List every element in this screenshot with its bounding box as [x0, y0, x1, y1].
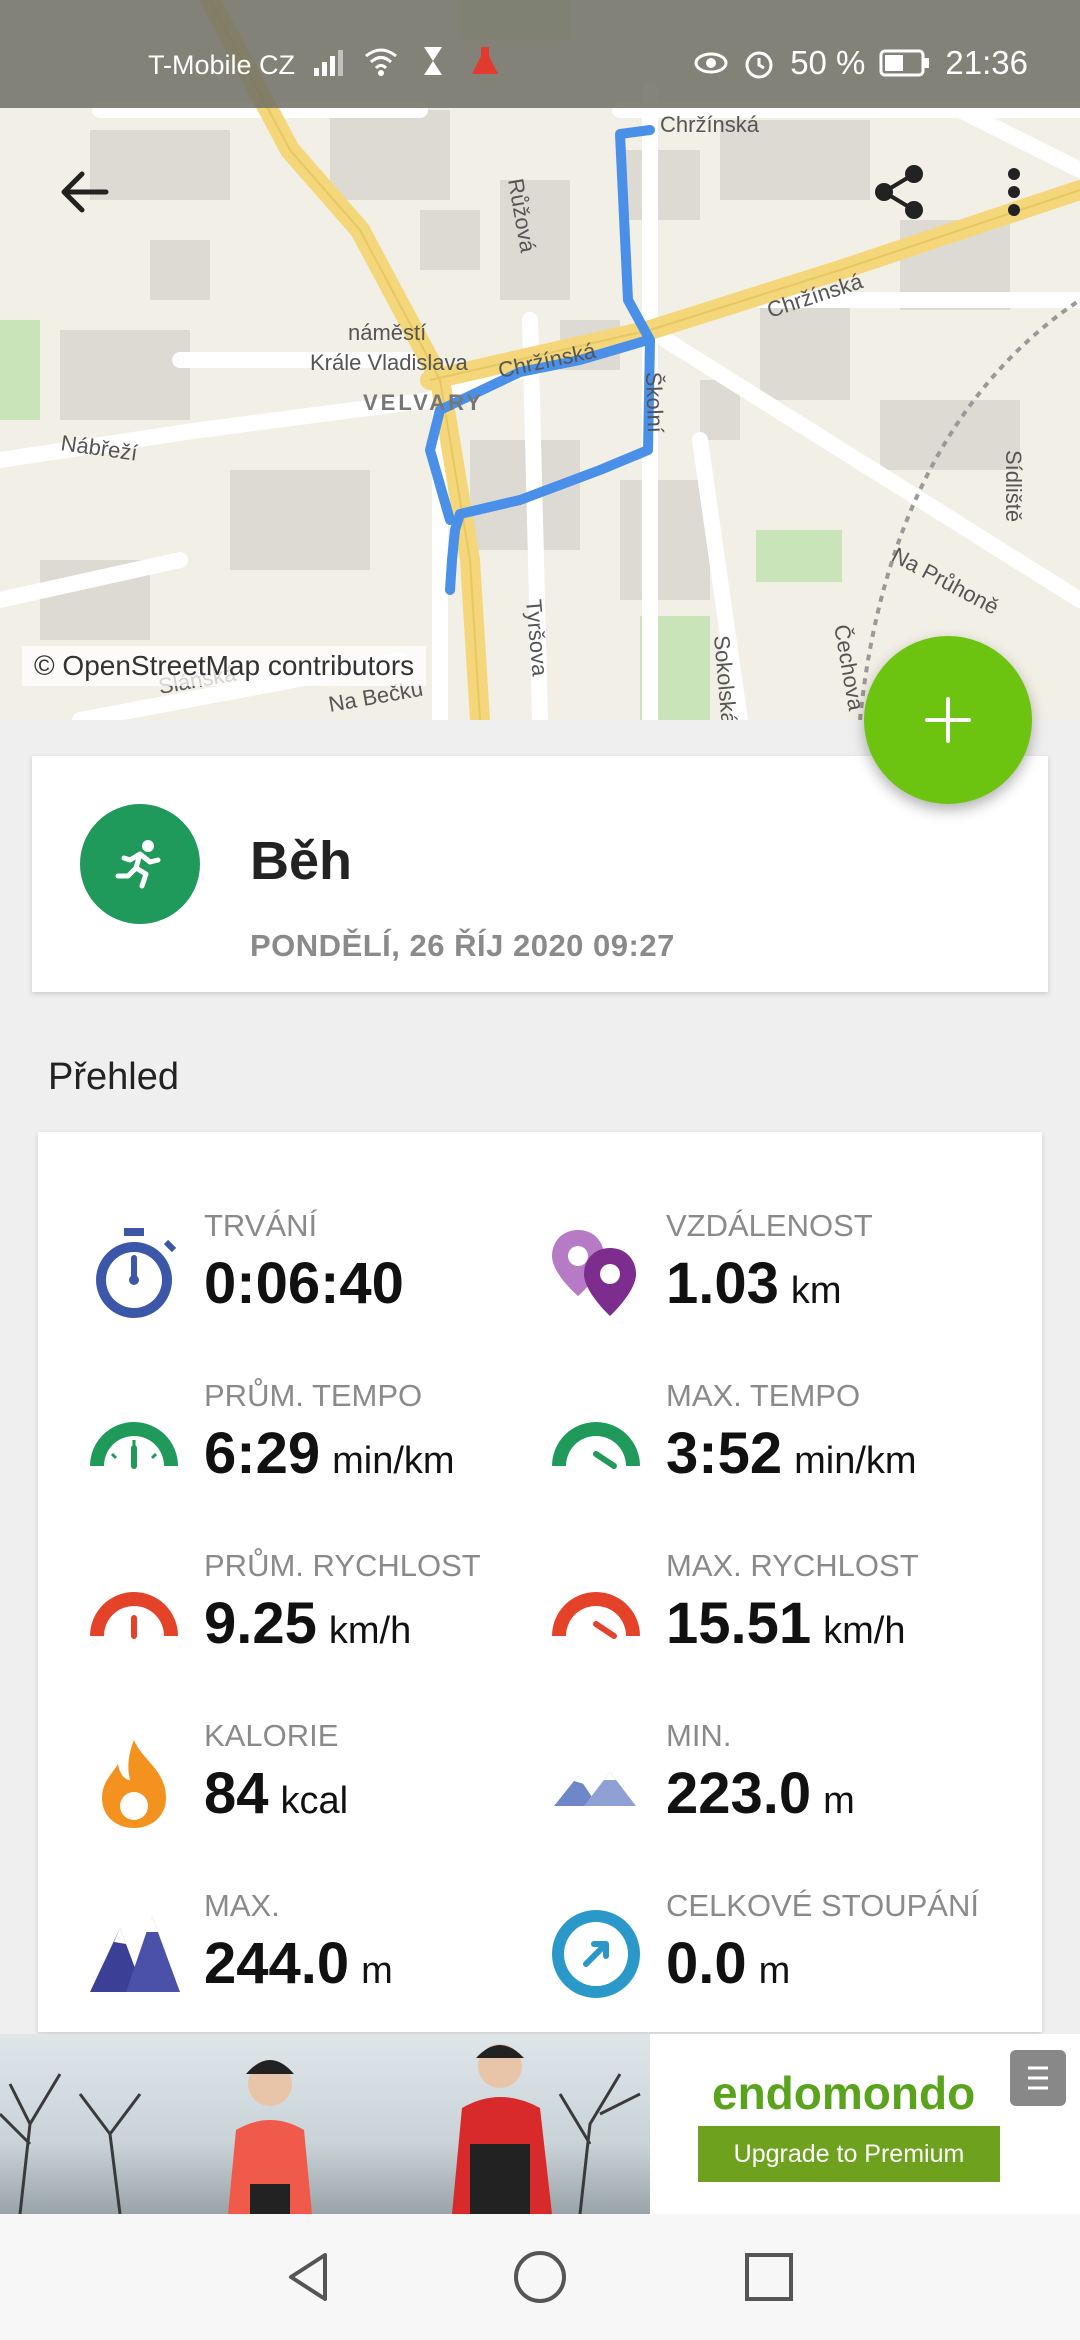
- stat-value: 223.0: [666, 1761, 812, 1826]
- wifi-icon: [365, 48, 397, 76]
- map-label-sidliste: Sídliště: [1001, 450, 1026, 522]
- stat-value: 0:06:40: [204, 1251, 404, 1316]
- hourglass-icon: [424, 47, 442, 75]
- overview-heading: Přehled: [48, 1056, 179, 1098]
- carrier-name: T-Mobile CZ: [148, 50, 296, 80]
- more-vertical-icon: [1008, 168, 1020, 216]
- gauge-red-icon: [86, 1566, 182, 1662]
- stat-value: 9.25: [204, 1591, 317, 1656]
- overview-stats-card: TRVÁNÍ 0:06:40 VZDÁLENOST 1.03 km PRŮM. T…: [38, 1132, 1042, 2032]
- flame-icon: [86, 1736, 182, 1832]
- stat-unit: m: [758, 1950, 791, 1992]
- more-options-button[interactable]: [972, 150, 1056, 234]
- stat-label: TRVÁNÍ: [204, 1208, 318, 1243]
- map-attribution[interactable]: © OpenStreetMap contributors: [22, 646, 427, 686]
- status-icons-left: [312, 44, 502, 78]
- stat-value: 1.03: [666, 1251, 779, 1316]
- map-label-district: VELVARY: [363, 390, 484, 415]
- mountains-high-icon: [86, 1906, 182, 2002]
- route-map[interactable]: náměstí Krále Vladislava VELVARY Nábřeží…: [0, 0, 1080, 720]
- map-label-square-2: Krále Vladislava: [310, 350, 469, 375]
- stat-total-ascent: CELKOVÉ STOUPÁNÍ 0.0 m: [548, 1888, 1018, 1998]
- stat-unit: min/km: [332, 1440, 455, 1482]
- nav-back-button[interactable]: [274, 2242, 344, 2312]
- stat-distance: VZDÁLENOST 1.03 km: [548, 1208, 1018, 1318]
- status-icons-right: 50 % 21:36: [694, 44, 1028, 82]
- stat-label: MIN.: [666, 1718, 732, 1753]
- stat-label: MAX. RYCHLOST: [666, 1548, 919, 1583]
- ad-brand-logo: endomondo: [712, 2067, 976, 2119]
- stopwatch-icon: [86, 1226, 182, 1322]
- battery-percent: 50 %: [790, 44, 866, 81]
- upgrade-premium-button[interactable]: Upgrade to Premium: [698, 2126, 1000, 2182]
- map-label-square-1: náměstí: [348, 320, 426, 345]
- activity-header-card: Běh PONDĚLÍ, 26 ŘÍJ 2020 09:27: [32, 756, 1048, 992]
- stat-avg-pace: PRŮM. TEMPO 6:29 min/km: [86, 1378, 556, 1488]
- stat-label: MAX. TEMPO: [666, 1378, 861, 1413]
- stat-value: 15.51: [666, 1591, 812, 1656]
- ad-choices-icon: [1028, 2066, 1048, 2090]
- triangle-back-icon: [289, 2253, 327, 2301]
- stat-label: PRŮM. RYCHLOST: [204, 1548, 481, 1583]
- ad-close-button[interactable]: [1010, 2050, 1066, 2106]
- stat-avg-speed: PRŮM. RYCHLOST 9.25 km/h: [86, 1548, 556, 1658]
- flask-icon: [472, 47, 498, 74]
- stat-duration: TRVÁNÍ 0:06:40: [86, 1208, 556, 1318]
- add-button[interactable]: [864, 636, 1032, 804]
- plus-icon: [925, 697, 971, 743]
- system-nav-bar: [0, 2214, 1080, 2340]
- stat-label: KALORIE: [204, 1718, 339, 1753]
- stat-max-altitude: MAX. 244.0 m: [86, 1888, 556, 1998]
- arrow-left-icon: [61, 171, 109, 213]
- stat-unit: kcal: [280, 1780, 349, 1822]
- stat-unit: m: [361, 1950, 393, 1992]
- stat-calories: KALORIE 84 kcal: [86, 1718, 556, 1828]
- stat-unit: km/h: [823, 1610, 906, 1652]
- map-label-skolni: Školní: [641, 371, 668, 433]
- gauge-green-icon: [86, 1396, 182, 1492]
- activity-title: Běh: [250, 831, 353, 891]
- stat-unit: km/h: [328, 1610, 412, 1652]
- stat-value: 0.0: [666, 1931, 747, 1996]
- ad-banner[interactable]: endomondo Upgrade to Premium: [0, 2034, 1080, 2214]
- status-bar: T-Mobile CZ 50 % 21:36: [0, 0, 1080, 108]
- running-icon: [80, 804, 200, 924]
- stat-label: MAX.: [204, 1888, 280, 1923]
- signal-icon: [314, 50, 343, 76]
- stat-max-pace: MAX. TEMPO 3:52 min/km: [548, 1378, 1018, 1488]
- eye-icon: [694, 52, 728, 74]
- map-canvas: náměstí Krále Vladislava VELVARY Nábřeží…: [0, 0, 1080, 720]
- stat-label: PRŮM. TEMPO: [204, 1378, 423, 1413]
- activity-date: PONDĚLÍ, 26 ŘÍJ 2020 09:27: [250, 928, 675, 963]
- map-pins-icon: [548, 1226, 644, 1322]
- gauge-red-max-icon: [548, 1566, 644, 1662]
- stat-max-speed: MAX. RYCHLOST 15.51 km/h: [548, 1548, 1018, 1658]
- gauge-green-max-icon: [548, 1396, 644, 1492]
- share-button[interactable]: [858, 150, 942, 234]
- clock: 21:36: [945, 44, 1028, 81]
- stat-label: VZDÁLENOST: [666, 1208, 873, 1243]
- stat-unit: km: [790, 1270, 842, 1312]
- stat-value: 84: [204, 1761, 269, 1826]
- share-icon: [875, 165, 923, 219]
- stat-value: 6:29: [204, 1421, 321, 1486]
- stat-value: 3:52: [666, 1421, 783, 1486]
- stat-value: 244.0: [204, 1931, 350, 1996]
- circle-home-icon: [514, 2251, 566, 2303]
- stat-unit: m: [823, 1780, 855, 1822]
- battery-icon: [879, 49, 930, 77]
- stat-label: CELKOVÉ STOUPÁNÍ: [666, 1888, 979, 1923]
- nav-recents-button[interactable]: [734, 2242, 804, 2312]
- alarm-icon: [745, 51, 773, 79]
- square-recents-icon: [745, 2253, 793, 2301]
- stat-unit: min/km: [794, 1440, 917, 1482]
- map-label-chrzinska-top: Chržínská: [660, 112, 760, 137]
- mountains-low-icon: [548, 1736, 644, 1832]
- ad-photo: [0, 2034, 650, 2214]
- stat-min-altitude: MIN. 223.0 m: [548, 1718, 1018, 1828]
- back-button[interactable]: [42, 150, 126, 234]
- ascent-compass-icon: [548, 1906, 644, 2002]
- nav-home-button[interactable]: [505, 2242, 575, 2312]
